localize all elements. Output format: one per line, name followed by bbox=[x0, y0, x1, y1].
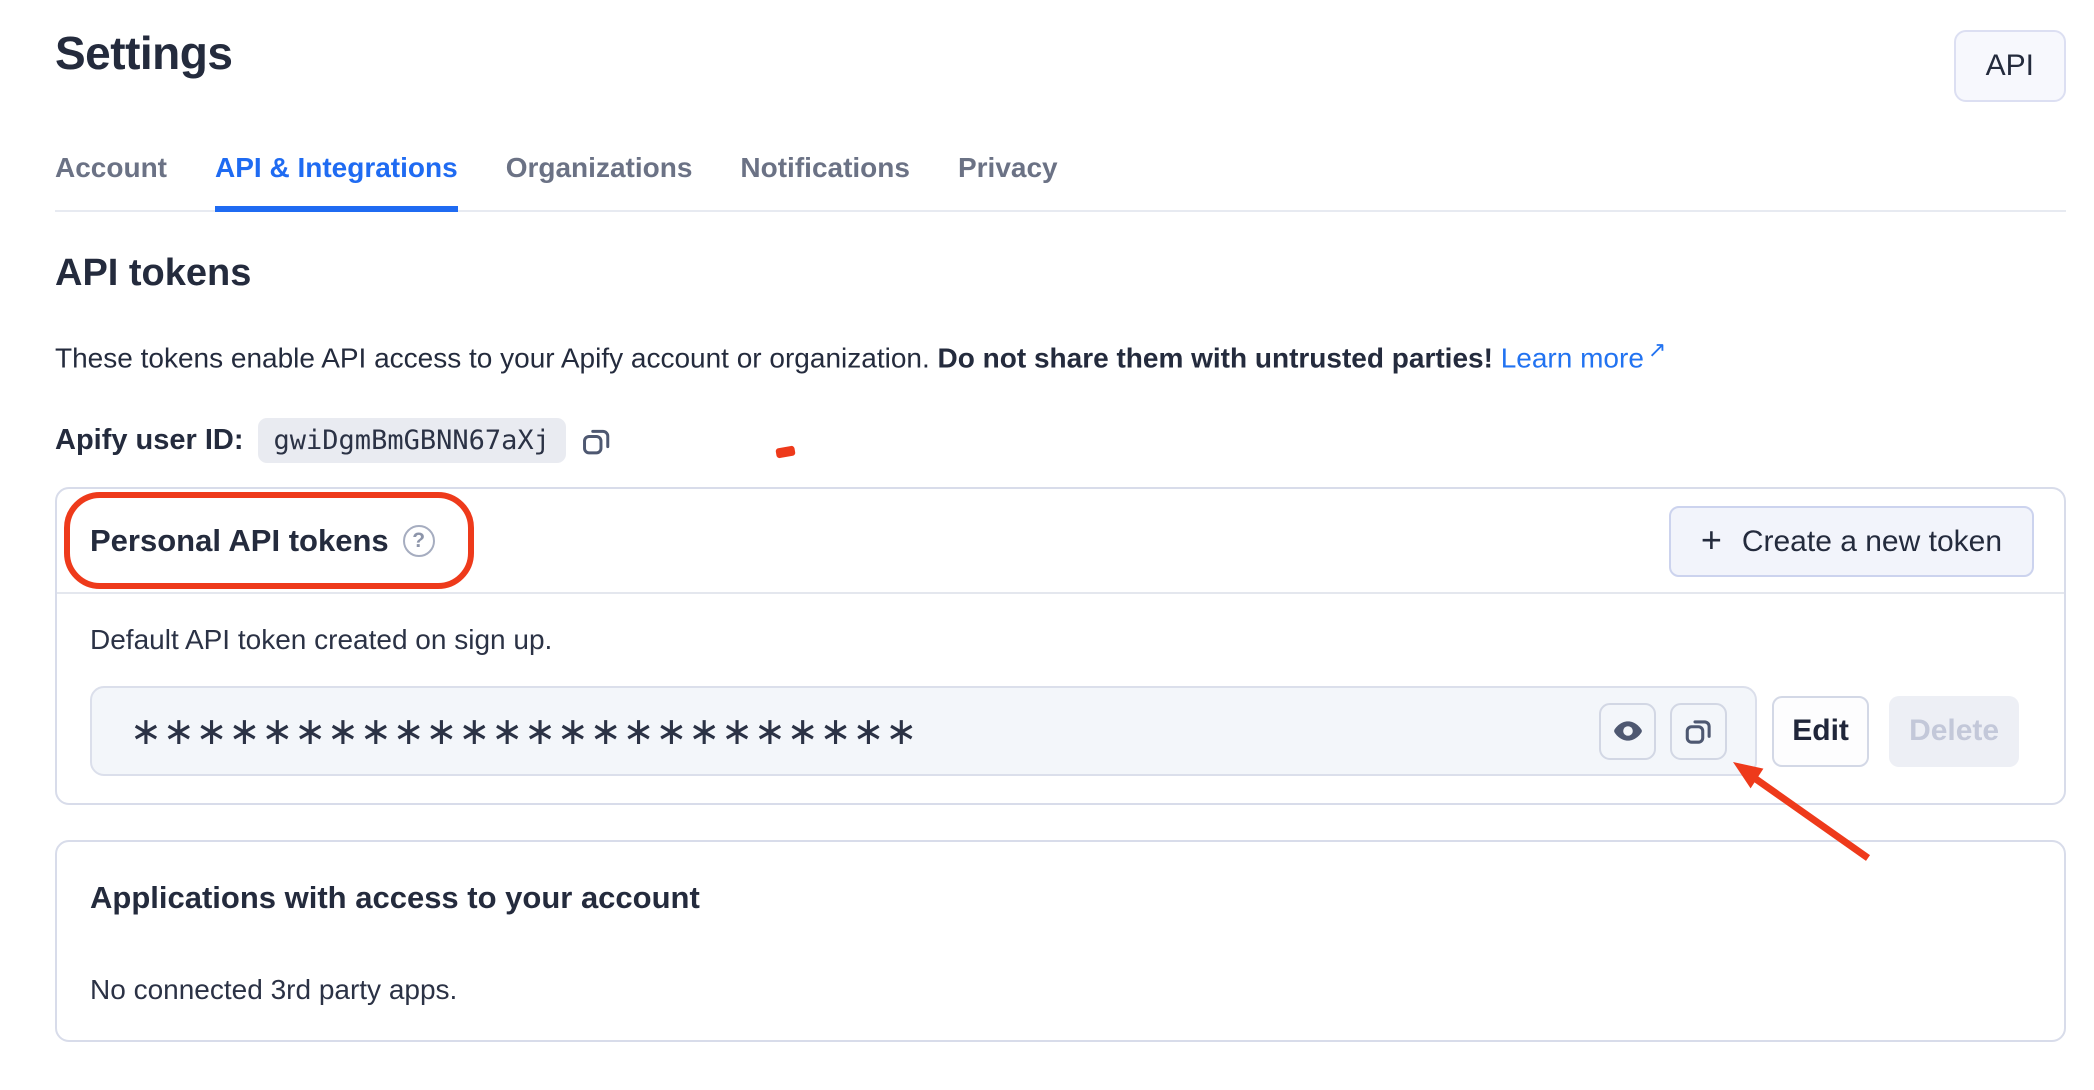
applications-empty-text: No connected 3rd party apps. bbox=[90, 974, 457, 1006]
personal-api-tokens-title: Personal API tokens ? bbox=[90, 523, 435, 559]
edit-token-button[interactable]: Edit bbox=[1772, 696, 1869, 767]
description-warning: Do not share them with untrusted parties… bbox=[938, 342, 1493, 373]
description-text: These tokens enable API access to your A… bbox=[55, 342, 930, 373]
applications-card: Applications with access to your account… bbox=[55, 840, 2066, 1042]
show-token-button[interactable] bbox=[1599, 703, 1656, 760]
settings-page: Settings API Account API & Integrations … bbox=[0, 0, 2094, 1090]
applications-title: Applications with access to your account bbox=[90, 880, 700, 916]
tab-account[interactable]: Account bbox=[55, 152, 167, 212]
tab-privacy[interactable]: Privacy bbox=[958, 152, 1058, 212]
external-link-icon: ↗ bbox=[1648, 337, 1666, 362]
copy-token-button[interactable] bbox=[1670, 703, 1727, 760]
help-icon[interactable]: ? bbox=[403, 525, 435, 557]
eye-icon bbox=[1612, 715, 1644, 747]
card-header: Personal API tokens ? + Create a new tok… bbox=[57, 489, 2064, 594]
section-description: These tokens enable API access to your A… bbox=[55, 330, 1666, 378]
user-id-value: gwiDgmBmGBNN67aXj bbox=[258, 418, 566, 463]
create-new-token-button[interactable]: + Create a new token bbox=[1669, 506, 2034, 577]
section-heading-api-tokens: API tokens bbox=[55, 252, 251, 295]
token-row: ∗∗∗∗∗∗∗∗∗∗∗∗∗∗∗∗∗∗∗∗∗∗∗∗ bbox=[90, 686, 2019, 776]
copy-user-id-icon[interactable] bbox=[580, 424, 614, 458]
user-id-label: Apify user ID: bbox=[55, 424, 244, 457]
tab-notifications[interactable]: Notifications bbox=[740, 152, 910, 212]
page-title: Settings bbox=[55, 26, 232, 80]
token-caption: Default API token created on sign up. bbox=[90, 624, 552, 656]
personal-api-tokens-label: Personal API tokens bbox=[90, 523, 389, 559]
copy-icon bbox=[1683, 715, 1715, 747]
token-masked-field[interactable]: ∗∗∗∗∗∗∗∗∗∗∗∗∗∗∗∗∗∗∗∗∗∗∗∗ bbox=[90, 686, 1757, 776]
user-id-row: Apify user ID: gwiDgmBmGBNN67aXj bbox=[55, 418, 614, 463]
token-field-actions bbox=[1599, 688, 1727, 774]
delete-token-button: Delete bbox=[1889, 696, 2019, 767]
token-mask-value: ∗∗∗∗∗∗∗∗∗∗∗∗∗∗∗∗∗∗∗∗∗∗∗∗ bbox=[130, 686, 918, 776]
plus-icon: + bbox=[1701, 522, 1722, 558]
api-button[interactable]: API bbox=[1954, 30, 2066, 102]
learn-more-link[interactable]: Learn more bbox=[1501, 342, 1644, 373]
annotation-red-dash bbox=[775, 445, 795, 458]
personal-api-tokens-card: Personal API tokens ? + Create a new tok… bbox=[55, 487, 2066, 805]
tab-organizations[interactable]: Organizations bbox=[506, 152, 693, 212]
create-new-token-label: Create a new token bbox=[1742, 525, 2002, 559]
settings-tabs: Account API & Integrations Organizations… bbox=[55, 148, 2066, 212]
tab-api-integrations[interactable]: API & Integrations bbox=[215, 152, 458, 212]
